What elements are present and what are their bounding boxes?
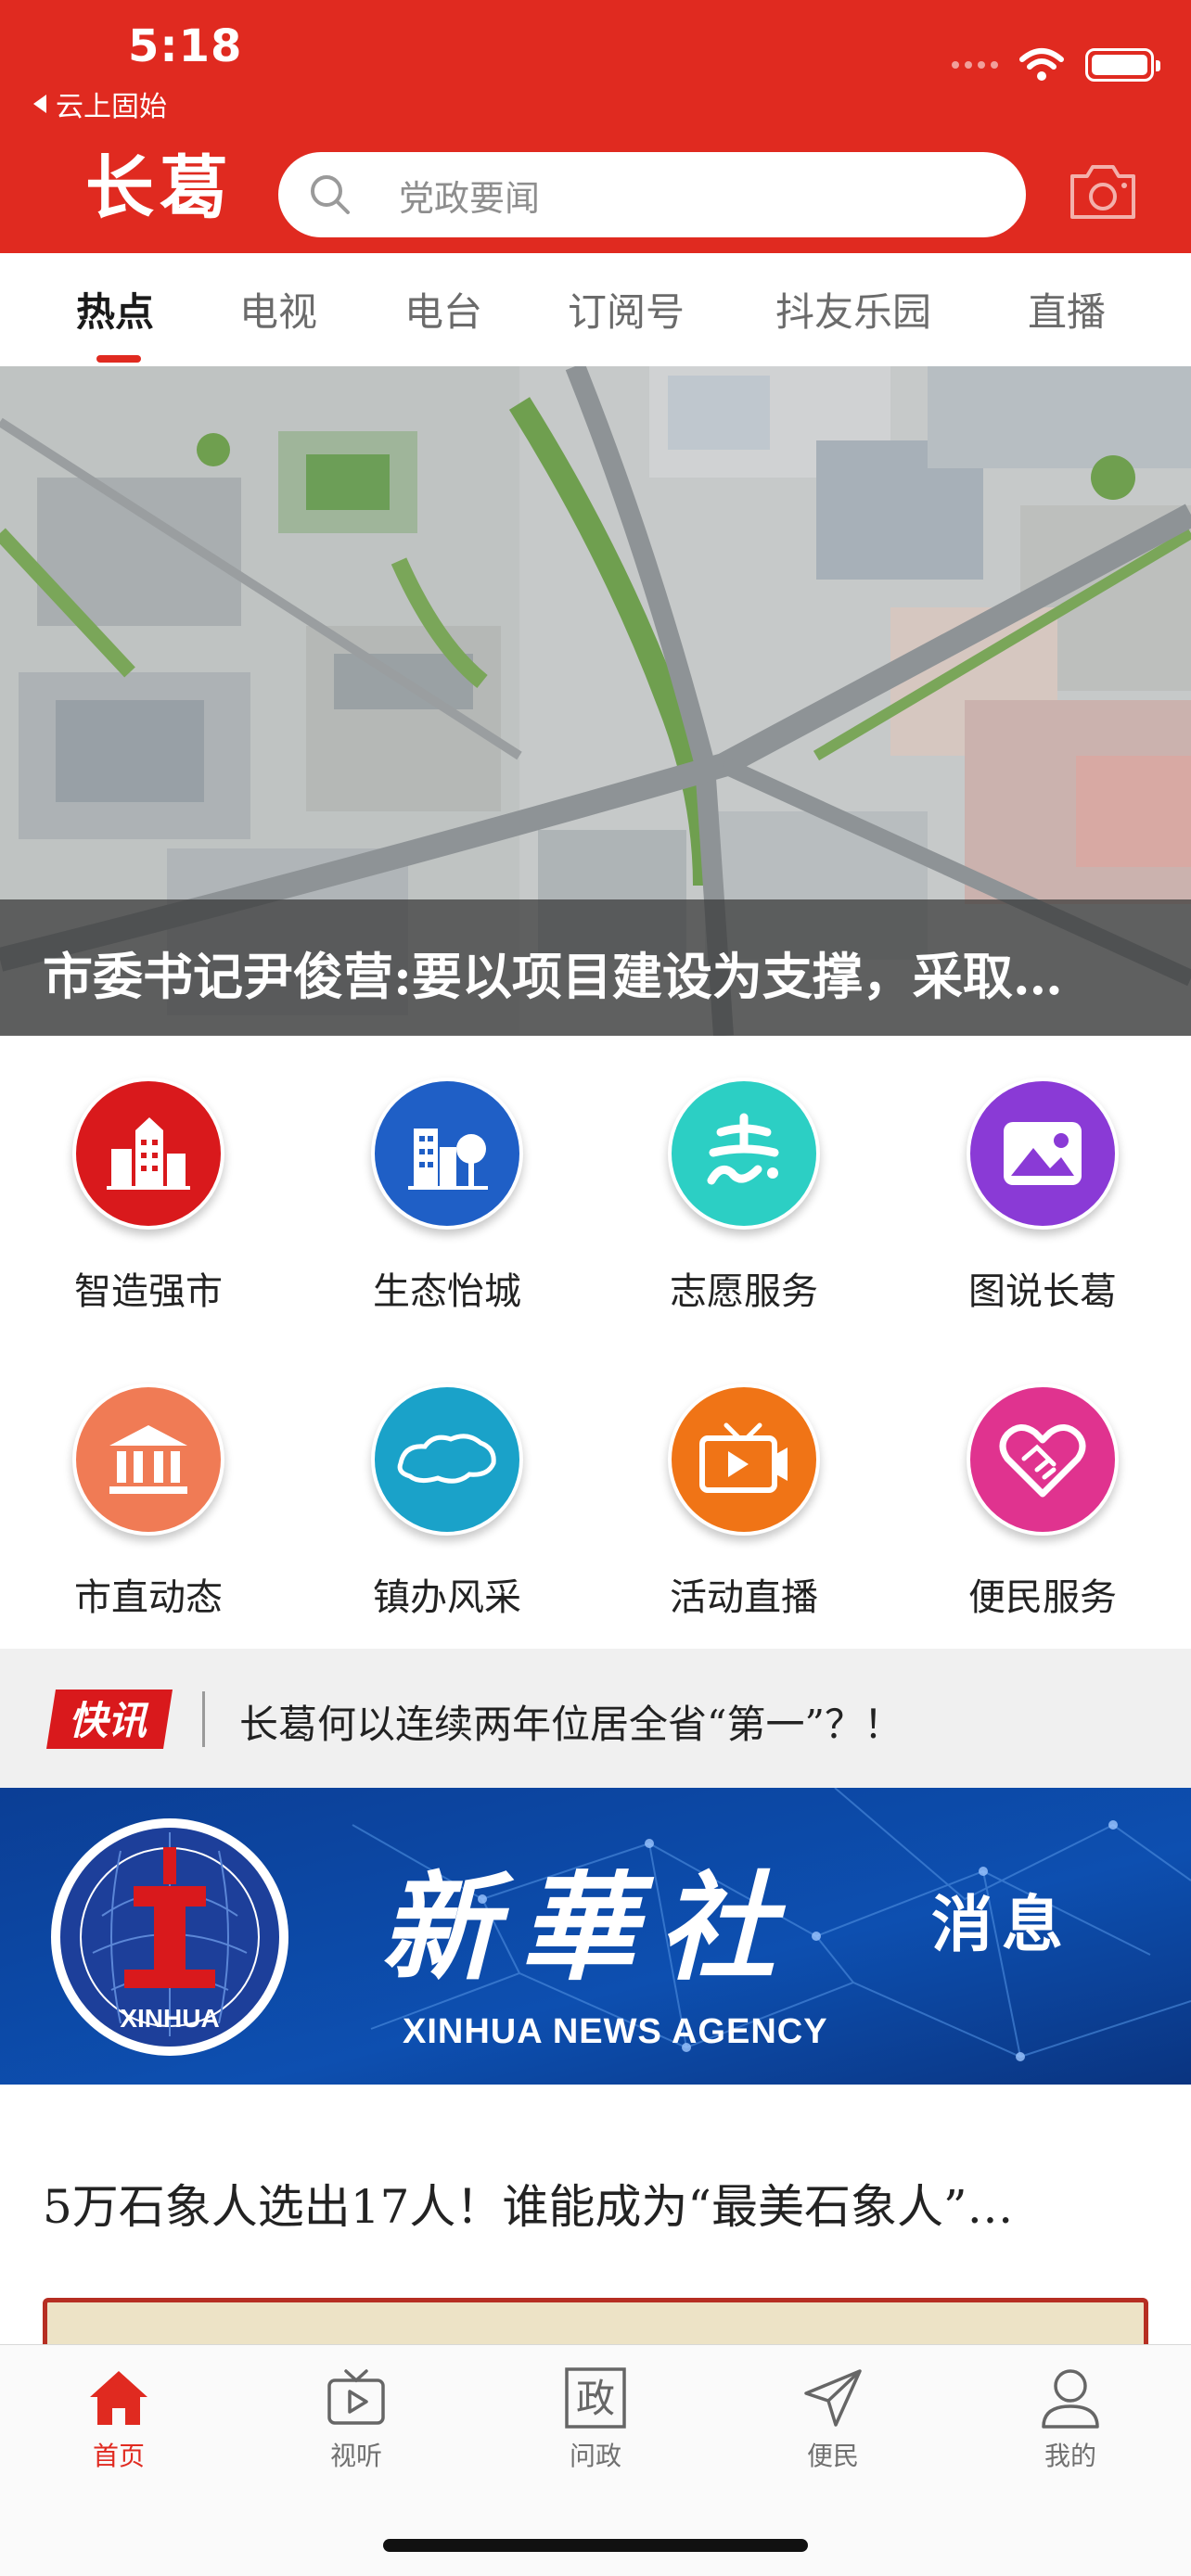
battery-icon: [1085, 48, 1160, 82]
paper-plane-icon: [804, 2369, 862, 2427]
nav-inquiry[interactable]: 政 问政: [521, 2366, 670, 2486]
cellular-signal-icon: [952, 61, 998, 69]
status-time: 5:18: [128, 20, 243, 72]
hero-carousel[interactable]: 市委书记尹俊营:要以项目建设为支撑，采取…: [0, 366, 1191, 1036]
service-volunteer[interactable]: 志愿服务: [623, 1078, 864, 1328]
service-event-live[interactable]: 活动直播: [623, 1384, 864, 1634]
back-to-app-link[interactable]: 云上固始: [33, 83, 167, 124]
nav-label: 首页: [92, 2441, 145, 2471]
government-building-icon: [72, 1384, 224, 1536]
nav-label: 视听: [329, 2441, 382, 2471]
picture-icon: [967, 1078, 1119, 1230]
tab-radio[interactable]: 电台: [404, 281, 482, 338]
hero-headline[interactable]: 市委书记尹俊营:要以项目建设为支撑，采取…: [43, 936, 1169, 1009]
service-smart-manufacturing[interactable]: 智造强市: [28, 1078, 269, 1328]
building-tree-icon: [371, 1078, 523, 1230]
nav-convenience[interactable]: 便民: [759, 2366, 907, 2486]
service-label: 志愿服务: [670, 1270, 818, 1313]
search-input[interactable]: 党政要闻: [278, 152, 1026, 237]
service-label: 便民服务: [968, 1576, 1117, 1619]
service-city-pictures[interactable]: 图说长葛: [922, 1078, 1163, 1328]
wifi-icon: [1019, 48, 1064, 81]
news-flash-badge: 快讯: [46, 1690, 173, 1749]
xinhua-emblem-logo: XINHUA: [51, 1818, 288, 2056]
nav-label: 问政: [569, 2441, 621, 2471]
zheng-glyph: 政: [576, 2376, 615, 2421]
live-tv-icon: [668, 1384, 820, 1536]
xinhua-chinese-name: 新華社: [380, 1859, 798, 1996]
app-header: 5:18 云上固始 长葛 党政要闻: [0, 0, 1191, 253]
camera-icon[interactable]: [1067, 159, 1139, 224]
app-logo: 长葛: [85, 148, 234, 228]
map-outline-icon: [371, 1384, 523, 1536]
back-app-label: 云上固始: [56, 91, 167, 123]
service-label: 活动直播: [670, 1576, 818, 1619]
service-label: 镇办风采: [373, 1576, 521, 1619]
service-label: 智造强市: [74, 1270, 223, 1313]
nav-label: 便民: [806, 2441, 859, 2471]
service-eco-city[interactable]: 生态怡城: [327, 1078, 568, 1328]
emblem-text: XINHUA: [120, 2004, 219, 2033]
channel-tabs: 热点 电视 电台 订阅号 抖友乐园 直播: [0, 253, 1191, 366]
factory-buildings-icon: [72, 1078, 224, 1230]
service-label: 市直动态: [74, 1576, 223, 1619]
service-label: 图说长葛: [968, 1270, 1117, 1313]
tv-play-icon: [327, 2369, 385, 2425]
tab-subscriptions[interactable]: 订阅号: [568, 281, 685, 338]
nav-home[interactable]: 首页: [45, 2366, 193, 2486]
xinhua-message-label: 消息: [931, 1889, 1072, 1960]
nav-label: 我的: [1044, 2441, 1096, 2471]
user-icon: [1042, 2369, 1099, 2429]
divider: [202, 1691, 205, 1747]
tab-hot[interactable]: 热点: [76, 281, 154, 338]
volunteer-zhi-icon: [668, 1078, 820, 1230]
active-tab-indicator: [96, 355, 141, 363]
nav-profile[interactable]: 我的: [996, 2366, 1145, 2486]
tab-live[interactable]: 直播: [1028, 281, 1106, 338]
news-flash-text[interactable]: 长葛何以连续两年位居全省“第一”？！: [239, 1693, 903, 1750]
home-icon: [90, 2371, 147, 2425]
nav-audio-video[interactable]: 视听: [282, 2366, 430, 2486]
search-icon: [311, 175, 350, 214]
news-flash-badge-text: 快讯: [69, 1698, 149, 1743]
tab-tv[interactable]: 电视: [239, 281, 317, 338]
heart-handshake-icon: [967, 1384, 1119, 1536]
xinhua-english-name: XINHUA NEWS AGENCY: [403, 2012, 828, 2051]
xinhua-banner[interactable]: XINHUA 新華社 消息 XINHUA NEWS AGENCY: [0, 1788, 1191, 2085]
service-municipal-news[interactable]: 市直动态: [28, 1384, 269, 1634]
service-label: 生态怡城: [373, 1270, 521, 1313]
back-arrow-icon: [33, 95, 46, 113]
status-indicators: [952, 46, 1160, 83]
service-public-convenience[interactable]: 便民服务: [922, 1384, 1163, 1634]
zheng-box-icon: 政: [565, 2367, 626, 2429]
service-town-showcase[interactable]: 镇办风采: [327, 1384, 568, 1634]
tab-douyou[interactable]: 抖友乐园: [775, 281, 931, 338]
news-flash-bar[interactable]: 快讯 长葛何以连续两年位居全省“第一”？！: [0, 1649, 1191, 1788]
article-headline[interactable]: 5万石象人选出17人！谁能成为“最美石象人”…: [43, 2170, 1146, 2237]
home-indicator[interactable]: [383, 2539, 808, 2552]
search-placeholder: 党政要闻: [399, 177, 541, 219]
